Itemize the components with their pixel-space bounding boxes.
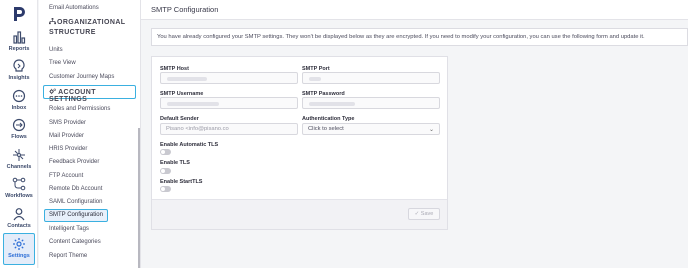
smtp-port-field[interactable] — [302, 72, 440, 84]
nav-label: Settings — [8, 253, 30, 259]
nav-label: Workflows — [5, 193, 33, 199]
smtp-password-field[interactable] — [302, 97, 440, 109]
nav-reports[interactable]: Reports — [0, 30, 38, 58]
nav-label: Inbox — [11, 105, 27, 111]
sidebar-item-roles-and-permissions[interactable]: Roles and Permissions — [49, 106, 110, 112]
sidebar-item-units[interactable]: Units — [49, 47, 63, 53]
page-title: SMTP Configuration — [151, 5, 219, 14]
enable-starttls-label: Enable StartTLS — [160, 179, 203, 185]
smtp-username-field[interactable] — [160, 97, 298, 109]
nav-insights[interactable]: Insights — [0, 59, 38, 87]
sidebar-item-smtp-configuration[interactable]: SMTP Configuration — [44, 209, 108, 222]
sidebar-item-content-categories[interactable]: Content Categories — [49, 239, 101, 245]
form-footer: ✓ Save — [152, 199, 447, 229]
enable-tls-toggle[interactable] — [160, 168, 171, 174]
check-icon: ✓ — [414, 211, 420, 217]
flows-icon — [12, 118, 26, 132]
authentication-type-value: Click to select — [308, 126, 344, 132]
contacts-icon — [13, 208, 25, 221]
nav-label: Flows — [11, 134, 27, 140]
default-sender-label: Default Sender — [160, 116, 199, 122]
enable-automatic-tls-label: Enable Automatic TLS — [160, 142, 219, 148]
sidebar-item-tree-view[interactable]: Tree View — [49, 60, 76, 66]
nav-label: Insights — [8, 75, 30, 81]
sidebar-item-customer-journey-maps[interactable]: Customer Journey Maps — [49, 74, 114, 80]
authentication-type-label: Authentication Type — [302, 116, 355, 122]
settings-icon — [13, 238, 25, 250]
nav-flows[interactable]: Flows — [0, 118, 38, 146]
section-heading-label: ACCOUNT SETTINGS — [49, 89, 96, 103]
page-header: SMTP Configuration — [141, 0, 688, 20]
sidebar-item-email-automations[interactable]: Email Automations — [49, 5, 99, 11]
gears-icon — [49, 88, 56, 95]
channels-icon — [13, 149, 25, 161]
default-sender-field[interactable]: Pisano <info@pisano.co — [160, 123, 298, 135]
nav-workflows[interactable]: Workflows — [0, 177, 38, 205]
section-heading-line1: ORGANIZATIONAL — [57, 19, 126, 26]
sidebar-item-ftp-account[interactable]: FTP Account — [49, 173, 83, 179]
workflows-icon — [12, 177, 26, 191]
icon-rail: Reports Insights Inbox Flows Channels Wo… — [0, 0, 38, 268]
logo-icon — [14, 7, 25, 21]
nav-channels[interactable]: Channels — [0, 148, 38, 176]
section-heading-line2: STRUCTURE — [49, 29, 96, 36]
authentication-type-select[interactable]: Click to select ⌄ — [302, 123, 440, 135]
sidebar-item-remote-db-account[interactable]: Remote Db Account — [49, 186, 102, 192]
sidebar-item-intelligent-tags[interactable]: Intelligent Tags — [49, 226, 89, 232]
sidebar-item-report-theme[interactable]: Report Theme — [49, 253, 87, 259]
sidebar-scrollbar[interactable] — [138, 128, 140, 268]
sidebar-item-saml-configuration[interactable]: SAML Configuration — [49, 199, 102, 205]
nav-label: Reports — [8, 46, 30, 52]
masked-value — [167, 102, 219, 106]
sidebar-item-feedback-provider[interactable]: Feedback Provider — [49, 159, 99, 165]
masked-value — [309, 77, 321, 81]
masked-value — [309, 102, 355, 106]
nav-label: Channels — [6, 164, 32, 170]
hierarchy-icon — [49, 18, 56, 25]
nav-label: Contacts — [7, 223, 31, 229]
enable-automatic-tls-toggle[interactable] — [160, 149, 171, 155]
enable-tls-label: Enable TLS — [160, 160, 190, 166]
section-heading-org-structure: ORGANIZATIONAL STRUCTURE — [49, 18, 125, 38]
sidebar-item-mail-provider[interactable]: Mail Provider — [49, 133, 84, 139]
masked-value — [167, 77, 207, 81]
inbox-icon — [12, 89, 26, 103]
encryption-notice: You have already configured your SMTP se… — [151, 28, 688, 46]
nav-inbox[interactable]: Inbox — [0, 89, 38, 117]
sidebar-item-hris-provider[interactable]: HRIS Provider — [49, 146, 87, 152]
save-button[interactable]: ✓ Save — [408, 208, 440, 220]
save-button-label: Save — [420, 211, 434, 217]
chevron-down-icon: ⌄ — [428, 127, 434, 133]
enable-starttls-toggle[interactable] — [160, 186, 171, 192]
smtp-form-card: SMTP Host SMTP Port SMTP Username SMTP P… — [151, 56, 448, 230]
smtp-host-field[interactable] — [160, 72, 298, 84]
nav-contacts[interactable]: Contacts — [0, 207, 38, 235]
section-heading-account-settings: ACCOUNT SETTINGS — [43, 85, 136, 103]
reports-icon — [13, 31, 26, 44]
nav-settings[interactable]: Settings — [3, 233, 35, 265]
sidebar-item-sms-provider[interactable]: SMS Provider — [49, 120, 86, 126]
insights-icon — [13, 59, 25, 72]
